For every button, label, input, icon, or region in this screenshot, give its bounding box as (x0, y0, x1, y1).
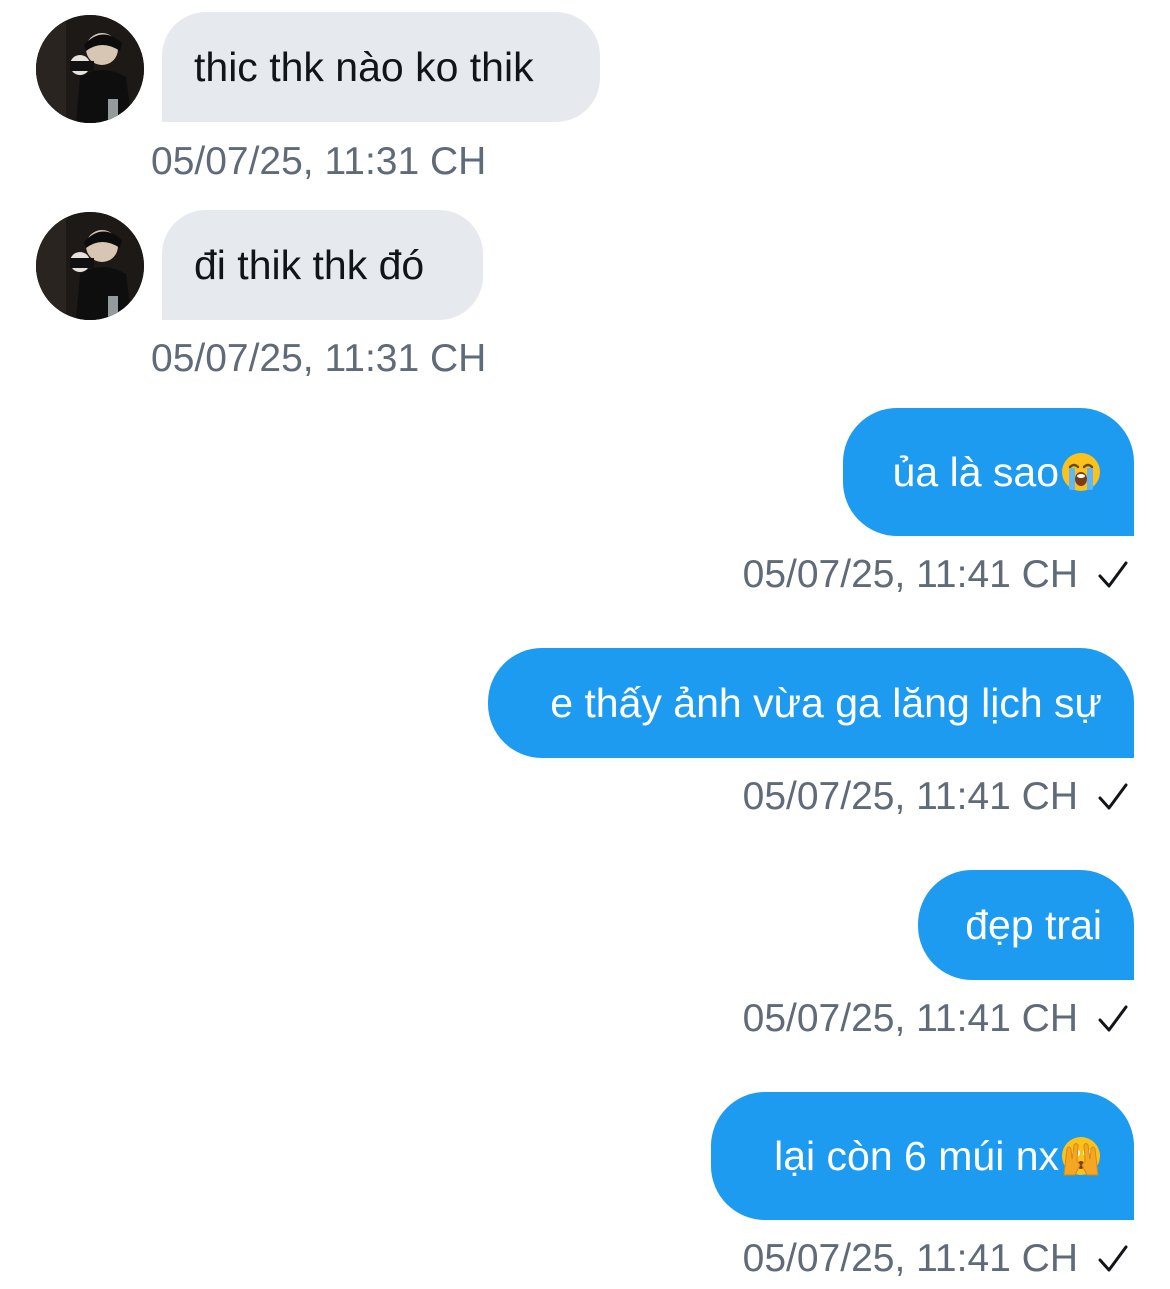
message-bubble-outgoing[interactable]: lại còn 6 múi nx (711, 1092, 1134, 1220)
message-bubble-incoming[interactable]: đi thik thk đó (162, 210, 483, 320)
message-text: e thấy ảnh vừa ga lăng lịch sự (550, 679, 1102, 726)
message-text: ủa là sao (892, 448, 1059, 495)
message-bubble-outgoing[interactable]: e thấy ảnh vừa ga lăng lịch sự (488, 648, 1134, 758)
message-timestamp: 05/07/25, 11:31 CH (151, 337, 487, 380)
message-timestamp: 05/07/25, 11:41 CH (742, 1237, 1078, 1280)
message-text: lại còn 6 múi nx (774, 1132, 1059, 1179)
message-bubble-outgoing[interactable]: đẹp trai (918, 870, 1134, 980)
profile-photo-icon (36, 212, 144, 320)
message-timestamp: 05/07/25, 11:41 CH (742, 775, 1078, 818)
checkmark-icon (1098, 1005, 1128, 1031)
checkmark-icon (1098, 561, 1128, 587)
message-meta: 05/07/25, 11:41 CH (743, 999, 1130, 1038)
message-thread: thic thk nào ko thik 05/07/25, 11:31 CH … (0, 0, 1170, 1289)
message-timestamp: 05/07/25, 11:41 CH (742, 553, 1078, 596)
message-text: đi thik thk đó (194, 241, 425, 288)
checkmark-icon (1098, 1245, 1128, 1271)
profile-photo-icon (36, 15, 144, 123)
face-with-peeking-eye-icon (1062, 1137, 1100, 1176)
message-text: đẹp trai (965, 901, 1102, 948)
message-meta: 05/07/25, 11:41 CH (743, 1239, 1130, 1278)
message-bubble-incoming[interactable]: thic thk nào ko thik (162, 12, 600, 122)
message-meta: 05/07/25, 11:41 CH (743, 777, 1130, 816)
message-timestamp: 05/07/25, 11:41 CH (742, 997, 1078, 1040)
avatar[interactable] (36, 212, 144, 320)
message-timestamp: 05/07/25, 11:31 CH (151, 140, 487, 183)
message-meta: 05/07/25, 11:41 CH (743, 555, 1130, 594)
message-bubble-outgoing[interactable]: ủa là sao (843, 408, 1134, 536)
checkmark-icon (1098, 783, 1128, 809)
loudly-crying-face-icon (1062, 453, 1100, 491)
message-text: thic thk nào ko thik (194, 43, 534, 90)
avatar[interactable] (36, 15, 144, 123)
